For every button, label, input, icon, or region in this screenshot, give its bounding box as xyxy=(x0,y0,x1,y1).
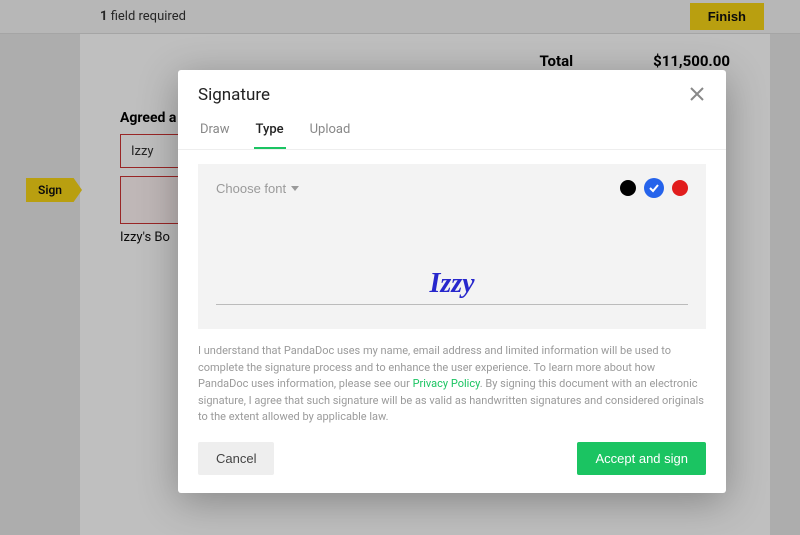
tab-upload[interactable]: Upload xyxy=(308,114,353,149)
chevron-down-icon xyxy=(291,186,299,191)
close-icon xyxy=(690,87,704,101)
close-button[interactable] xyxy=(688,84,706,106)
color-swatch-blue[interactable] xyxy=(644,178,664,198)
modal-title: Signature xyxy=(198,85,270,105)
signature-modal: Signature Draw Type Upload Choose font I… xyxy=(178,70,726,493)
cancel-button[interactable]: Cancel xyxy=(198,442,274,475)
signature-tabs: Draw Type Upload xyxy=(178,114,726,150)
color-picker xyxy=(620,178,688,198)
color-swatch-black[interactable] xyxy=(620,180,636,196)
color-swatch-red[interactable] xyxy=(672,180,688,196)
tab-type[interactable]: Type xyxy=(254,114,286,149)
choose-font-label: Choose font xyxy=(216,181,286,196)
typed-signature: Izzy xyxy=(429,268,474,299)
accept-sign-button[interactable]: Accept and sign xyxy=(577,442,706,475)
signature-area: Choose font Izzy xyxy=(198,164,706,329)
disclaimer-text: I understand that PandaDoc uses my name,… xyxy=(178,329,726,426)
tab-draw[interactable]: Draw xyxy=(198,114,232,149)
check-icon xyxy=(649,183,659,193)
modal-header: Signature xyxy=(178,70,726,114)
privacy-policy-link[interactable]: Privacy Policy xyxy=(413,377,480,390)
choose-font-dropdown[interactable]: Choose font xyxy=(216,181,299,196)
modal-footer: Cancel Accept and sign xyxy=(178,426,726,493)
signature-toolbar: Choose font xyxy=(216,178,688,198)
signature-line[interactable]: Izzy xyxy=(216,268,688,305)
